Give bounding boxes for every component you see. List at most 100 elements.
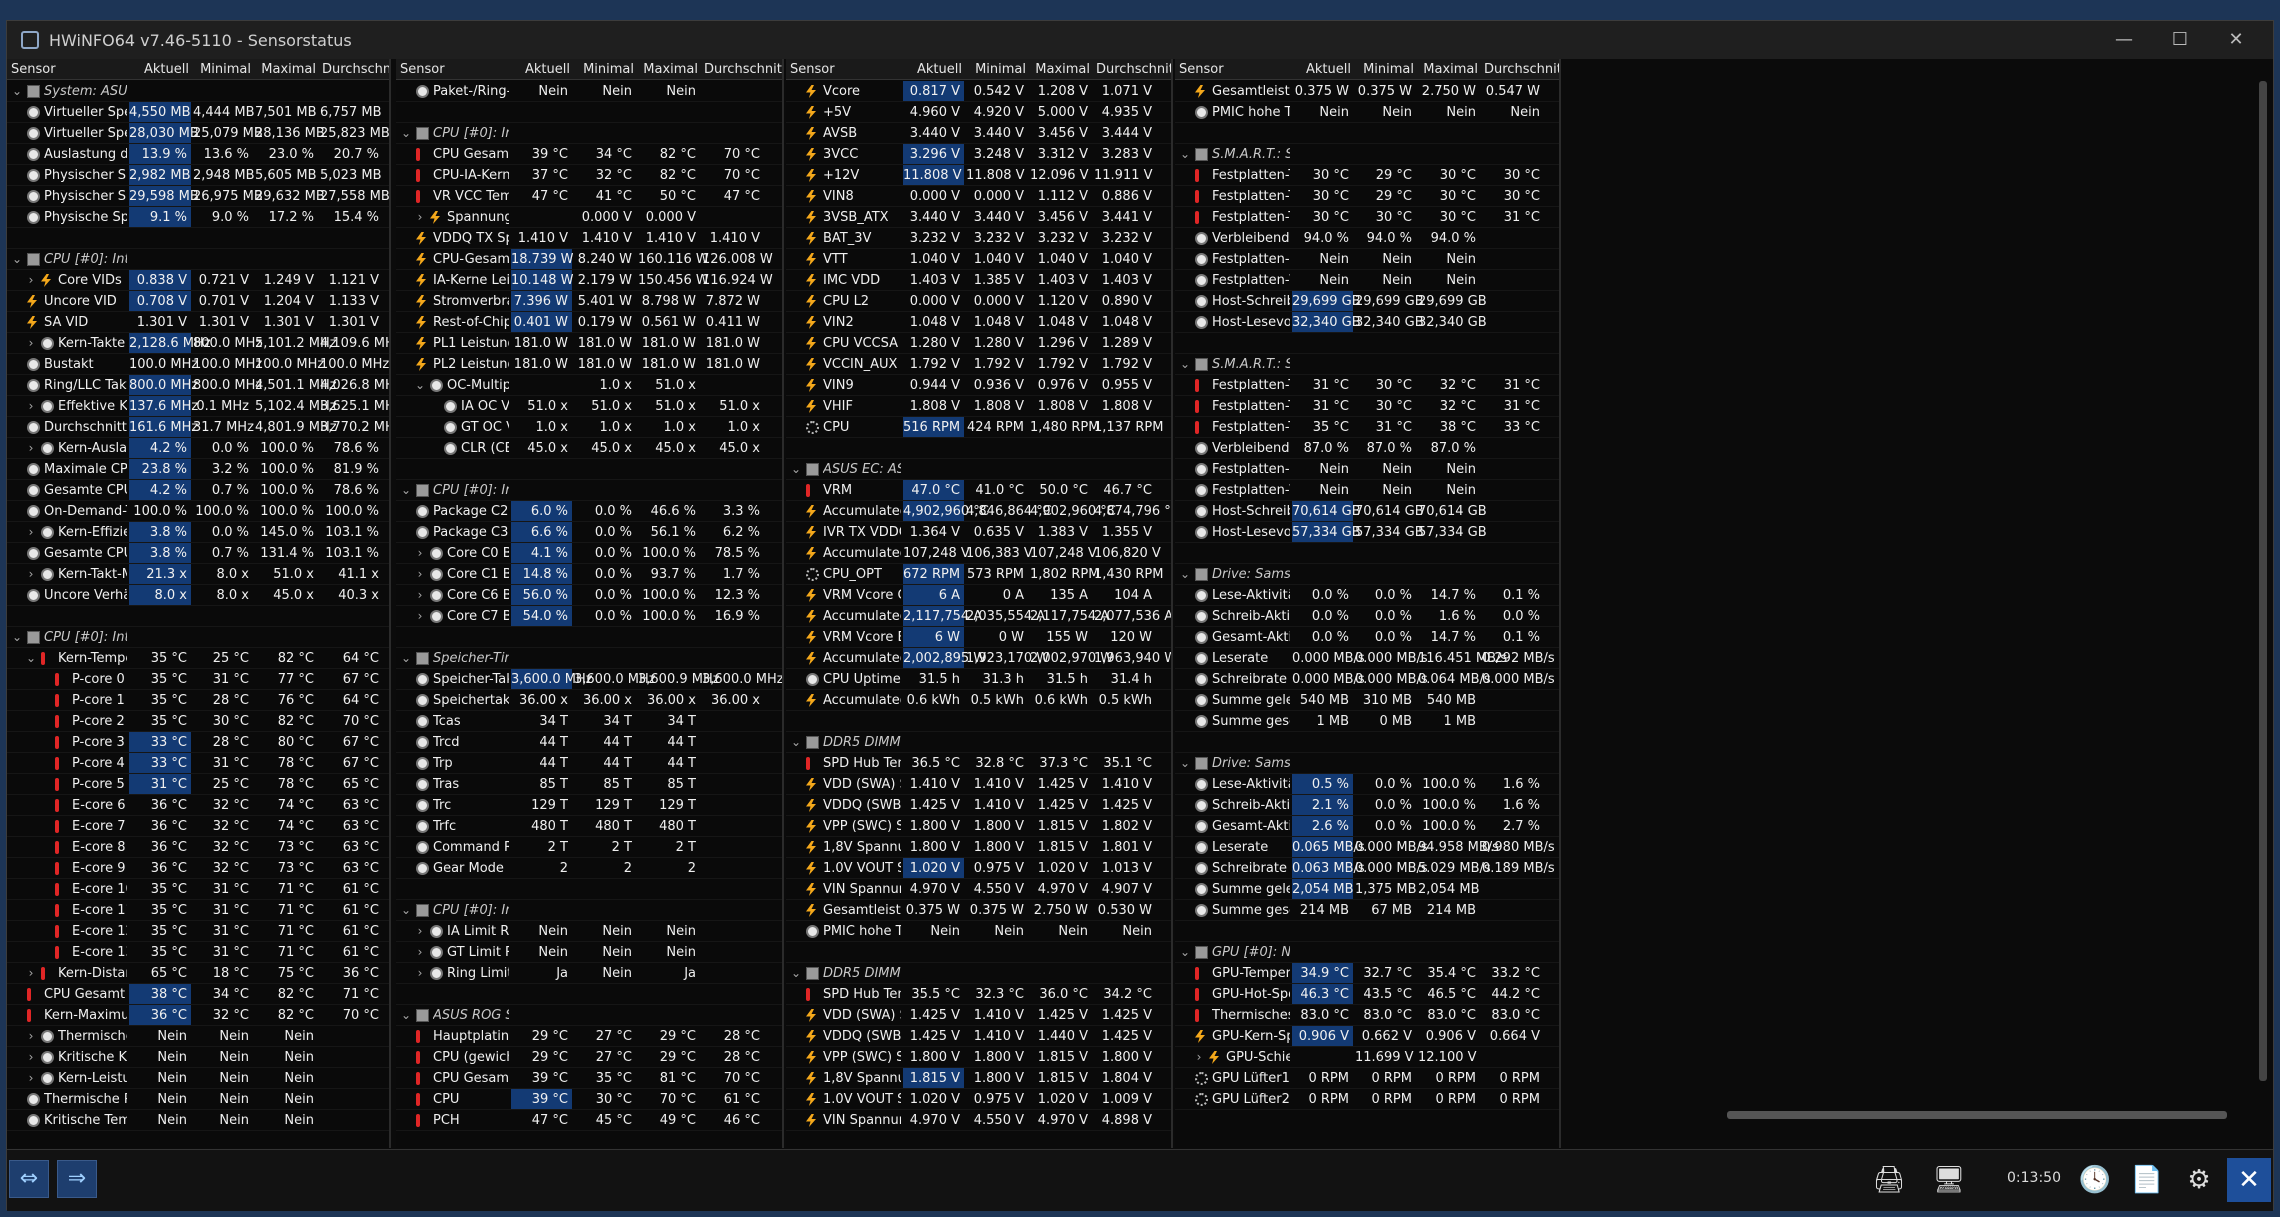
sensor-row[interactable]: Paket-/Ring-Leistun... Nein Nein Nein (396, 81, 782, 102)
sensor-group[interactable]: ⌄ GPU [#0]: NVIDIA G... (1175, 942, 1559, 963)
sensor-row[interactable]: Command Rate 2 T 2 T 2 T (396, 837, 782, 858)
sensor-row[interactable]: Uncore Verhältnis8.0 x8.0 x45.0 x40.3 x (7, 585, 389, 606)
sensor-row[interactable]: CLR (CBo/LLC/Ri... 45.0 x 45.0 x 45.0 x 45.0… (396, 438, 782, 459)
sensor-row[interactable]: Physische Speicher-...9.1 % 9.0 % 17.2 % 15… (7, 207, 389, 228)
column-header-0[interactable]: Sensor (790, 62, 835, 77)
expand-chevron-icon[interactable]: › (414, 588, 426, 602)
sensor-row[interactable]: CPU Gesamt 39 °C 35 °C 81 °C 70 °C (396, 1068, 782, 1089)
column-header-1[interactable]: Aktuell (131, 62, 189, 77)
sensor-group[interactable]: ⌄ S.M.A.R.T.: Samsun... (1175, 354, 1559, 375)
expand-chevron-icon[interactable]: › (25, 441, 37, 455)
sensor-group[interactable]: ⌄ Speicher-Timings (396, 648, 782, 669)
sensor-row[interactable]: Festplatten-Temper... 31 °C 30 °C 32 °C 31 °… (1175, 375, 1559, 396)
sensor-row[interactable]: Kern-Maximum36 °C 32 °C 82 °C 70 °C (7, 1005, 389, 1026)
sensor-row[interactable]: CPU 516 RPM 424 RPM 1,480 RPM 1,137 RPM (786, 417, 1171, 438)
sensor-row[interactable]: 1.0V VOUT Spannung1.020 V0.975 V1.020 V1… (786, 858, 1171, 879)
sensor-row[interactable]: Durchschnittlicher Ef...161.6 MHz31.7 MH… (7, 417, 389, 438)
sensor-row[interactable]: Leserate 0.000 MB/s 0.000 MB/s 116.451 MB/s… (1175, 648, 1559, 669)
sensor-row[interactable]: VIN2 1.048 V 1.048 V 1.048 V 1.048 V (786, 312, 1171, 333)
sensor-group[interactable]: ⌄ CPU [#0]: Intel Cor... (396, 900, 782, 921)
collapse-chevron-icon[interactable]: ⌄ (1179, 147, 1191, 161)
sensor-row[interactable]: › Kern-Leistungsve... Nein Nein Nein (7, 1068, 389, 1089)
sensor-row[interactable]: › Kritische Kern-T... Nein Nein Nein (7, 1047, 389, 1068)
sensor-row[interactable]: Accumulated CPU S...107,248 V106,383 V10… (786, 543, 1171, 564)
collapse-chevron-icon[interactable]: ⌄ (790, 966, 802, 980)
expand-columns-icon[interactable]: ⇔ (9, 1160, 49, 1198)
sensor-row[interactable]: Speichertakt-Multipl... 36.00 x 36.00 x 36.… (396, 690, 782, 711)
sensor-row[interactable]: P-core 0 35 °C 31 °C 77 °C 67 °C (7, 669, 389, 690)
sensor-row[interactable]: IMC VDD 1.403 V 1.385 V 1.403 V 1.403 V (786, 270, 1171, 291)
sensor-group[interactable]: ⌄ System: ASUS (7, 81, 389, 102)
sensor-row[interactable]: 1,8V Spannung1.815 V1.800 V1.815 V1.804 … (786, 1068, 1171, 1089)
sensor-row[interactable]: E-core 6 36 °C 32 °C 74 °C 63 °C (7, 795, 389, 816)
sensor-row[interactable]: CPU-Gesamt-Leistu...18.739 W 8.240 W 160.1… (396, 249, 782, 270)
close-button[interactable]: ✕ (2213, 27, 2259, 53)
report-icon[interactable]: 🖨 (1867, 1158, 1911, 1202)
sensor-row[interactable]: Bustakt 100.0 MHz 100.0 MHz 100.0 MHz 100.0 … (7, 354, 389, 375)
sensor-row[interactable]: VCCIN_AUX 1.792 V 1.792 V 1.792 V 1.792 V (786, 354, 1171, 375)
sensor-row[interactable]: Schreibrate 0.063 MB/s 0.000 MB/s 5.029 MB/… (1175, 858, 1559, 879)
sensor-row[interactable]: › Core C1 Belegung14.8 % 0.0 % 93.7 % 1.7 % (396, 564, 782, 585)
sensor-row[interactable]: › Core C0 Belegung4.1 % 0.0 % 100.0 % 78.5 % (396, 543, 782, 564)
collapse-chevron-icon[interactable]: ⌄ (1179, 357, 1191, 371)
sensor-row[interactable]: Host-Lesevorgänge i...32,340 GB32,340 GB… (1175, 312, 1559, 333)
column-header-4[interactable]: Durchschnitt (1096, 62, 1171, 77)
sensor-row[interactable]: Gesamtleistung 0.375 W 0.375 W 2.750 W 0.547… (1175, 81, 1559, 102)
sensor-row[interactable]: E-core 12 35 °C 31 °C 71 °C 61 °C (7, 921, 389, 942)
column-header-0[interactable]: Sensor (11, 62, 56, 77)
expand-chevron-icon[interactable]: › (414, 609, 426, 623)
sensor-row[interactable]: E-core 8 36 °C 32 °C 73 °C 63 °C (7, 837, 389, 858)
sensor-row[interactable]: VIN Spannung 4.970 V 4.550 V 4.970 V 4.898 V (786, 1110, 1171, 1131)
sensor-row[interactable]: Kritische Temperatu... Nein Nein Nein (7, 1110, 389, 1131)
sensor-row[interactable]: GPU Lüfter1 0 RPM 0 RPM 0 RPM 0 RPM (1175, 1068, 1559, 1089)
sensor-row[interactable]: P-core 2 35 °C 30 °C 82 °C 70 °C (7, 711, 389, 732)
collapse-chevron-icon[interactable]: ⌄ (1179, 567, 1191, 581)
sensor-row[interactable]: Virtueller Speicher v...28,030 MB25,079 … (7, 123, 389, 144)
sensor-row[interactable]: Festplatten-Temper... 30 °C 29 °C 30 °C 30 °… (1175, 165, 1559, 186)
collapse-chevron-icon[interactable]: ⌄ (1179, 945, 1191, 959)
sensor-row[interactable]: P-core 5 31 °C 25 °C 78 °C 65 °C (7, 774, 389, 795)
network-icon[interactable]: 🖥 (1927, 1158, 1971, 1202)
column-header-0[interactable]: Sensor (400, 62, 445, 77)
sensor-row[interactable]: P-core 1 35 °C 28 °C 76 °C 64 °C (7, 690, 389, 711)
column-header-3[interactable]: Maximal (257, 62, 316, 77)
sensor-row[interactable]: › GT Limit Reasons Nein Nein Nein (396, 942, 782, 963)
sensor-row[interactable]: Summe geschrieben 1 MB 0 MB 1 MB (1175, 711, 1559, 732)
collapse-chevron-icon[interactable]: ⌄ (400, 903, 412, 917)
sensor-row[interactable]: IVR TX VDDQ 1.364 V 0.635 V 1.383 V 1.355 V (786, 522, 1171, 543)
sensor-row[interactable]: VDDQ (SWB) Span... 1.425 V 1.410 V 1.425 V 1… (786, 795, 1171, 816)
column-header-1[interactable]: Aktuell (513, 62, 570, 77)
column-header-2[interactable]: Minimal (1357, 62, 1414, 77)
sensor-row[interactable]: Lese-Aktivität0.5 % 0.0 % 100.0 % 1.6 % (1175, 774, 1559, 795)
collapse-chevron-icon[interactable]: ⌄ (414, 378, 426, 392)
sensor-row[interactable]: Summe gelesen2,054 MB1,375 MB2,054 MB (1175, 879, 1559, 900)
sensor-row[interactable]: Verbleibende Leben... 87.0 % 87.0 % 87.0 % (1175, 438, 1559, 459)
expand-chevron-icon[interactable]: › (25, 1029, 37, 1043)
expand-chevron-icon[interactable]: › (414, 546, 426, 560)
sensor-row[interactable]: PL2 Leistungsgrenz... 181.0 W 181.0 W 181.0… (396, 354, 782, 375)
sensor-row[interactable]: VRM Vcore Energie...6 W 0 W 155 W 120 W (786, 627, 1171, 648)
sensor-row[interactable]: BAT_3V 3.232 V 3.232 V 3.232 V 3.232 V (786, 228, 1171, 249)
sensor-row[interactable]: › Ring Limit Reaso... Ja Nein Ja (396, 963, 782, 984)
sensor-row[interactable]: Trp 44 T 44 T 44 T (396, 753, 782, 774)
sensor-row[interactable]: CPU (gewichteter W... 29 °C 27 °C 29 °C 28 °… (396, 1047, 782, 1068)
expand-chevron-icon[interactable]: › (25, 336, 37, 350)
sensor-row[interactable]: Accumulated CPU E... 0.6 kWh 0.5 kWh 0.6 kW… (786, 690, 1171, 711)
sensor-row[interactable]: 3VSB_ATX 3.440 V 3.440 V 3.456 V 3.441 V (786, 207, 1171, 228)
sensor-row[interactable]: VR VCC Temperatu... 47 °C 41 °C 50 °C 47 °C (396, 186, 782, 207)
sensor-row[interactable]: VDDQ (SWB) Span... 1.425 V 1.410 V 1.440 V 1… (786, 1026, 1171, 1047)
sensor-row[interactable]: IA OC Verhältnis... 51.0 x 51.0 x 51.0 x 51.… (396, 396, 782, 417)
sensor-row[interactable]: Package C3 Belegung6.6 % 0.0 % 56.1 % 6.2 % (396, 522, 782, 543)
sensor-row[interactable]: Trcd 44 T 44 T 44 T (396, 732, 782, 753)
sensor-row[interactable]: › Core C6 Belegung56.0 % 0.0 % 100.0 % 12.3 … (396, 585, 782, 606)
sensor-row[interactable]: PL1 Leistungsgrenz... 181.0 W 181.0 W 181.0… (396, 333, 782, 354)
expand-chevron-icon[interactable]: › (25, 525, 37, 539)
sensor-group[interactable]: ⌄ Drive: Samsung SS... (1175, 564, 1559, 585)
collapse-chevron-icon[interactable]: ⌄ (400, 483, 412, 497)
sensor-row[interactable]: CPU L2 0.000 V 0.000 V 1.120 V 0.890 V (786, 291, 1171, 312)
collapse-chevron-icon[interactable]: ⌄ (790, 462, 802, 476)
sensor-row[interactable]: GPU-Hot-Spot-Temp...46.3 °C 43.5 °C 46.5 °… (1175, 984, 1559, 1005)
sensor-row[interactable]: VDD (SWA) Spannu... 1.425 V 1.410 V 1.425 V… (786, 1005, 1171, 1026)
collapse-columns-icon[interactable]: ⇒ (57, 1160, 97, 1198)
expand-chevron-icon[interactable]: › (25, 966, 37, 980)
